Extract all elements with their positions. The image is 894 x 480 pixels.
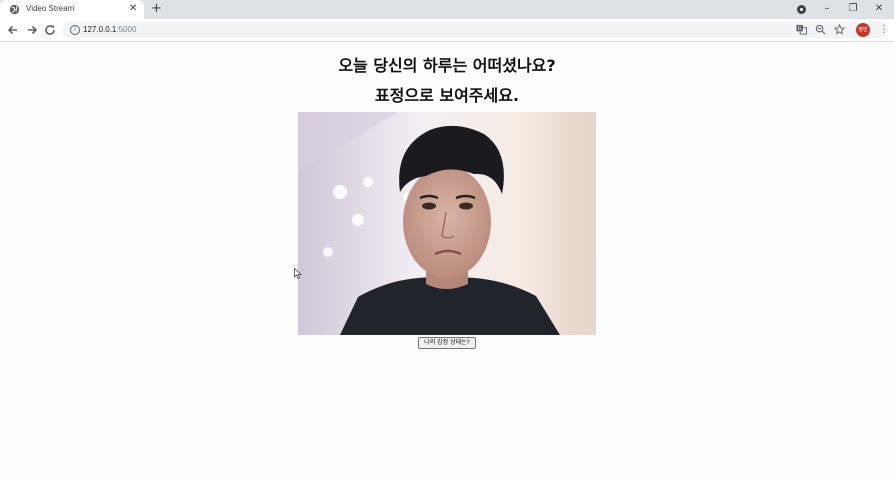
back-arrow-icon[interactable] xyxy=(5,22,21,38)
url-text: 127.0.0.1:5000 xyxy=(83,25,137,34)
zoom-icon[interactable] xyxy=(815,24,826,35)
page-content: 오늘 당신의 하루는 어떠셨나요? 표정으로 보여주세요. 나의 감정 상태는? xyxy=(0,42,894,480)
page-heading: 오늘 당신의 하루는 어떠셨나요? xyxy=(338,56,556,75)
tab-strip: Video Stream ✕ + – ❐ ✕ xyxy=(0,0,894,19)
info-icon[interactable]: i xyxy=(70,25,80,35)
star-icon[interactable] xyxy=(834,24,845,35)
svg-text:G: G xyxy=(798,26,802,32)
globe-icon xyxy=(9,4,20,15)
webcam-video-feed xyxy=(298,112,596,335)
browser-toolbar: i 127.0.0.1:5000 G 정민 ⋮ xyxy=(0,19,894,42)
new-tab-button[interactable]: + xyxy=(151,1,162,17)
emotion-check-button[interactable]: 나의 감정 상태는? xyxy=(418,337,476,349)
menu-icon[interactable]: ⋮ xyxy=(879,23,889,37)
tab-title: Video Stream xyxy=(26,4,75,13)
minimize-button[interactable]: – xyxy=(816,0,838,19)
profile-avatar[interactable]: 정민 xyxy=(856,23,870,37)
address-bar[interactable]: i 127.0.0.1:5000 G 정민 ⋮ xyxy=(62,22,889,38)
webcam-frame-image xyxy=(298,112,596,335)
close-window-button[interactable]: ✕ xyxy=(868,0,890,19)
translate-icon[interactable]: G xyxy=(796,24,807,35)
restore-button[interactable]: ❐ xyxy=(842,0,864,19)
mouse-cursor-icon xyxy=(294,268,302,279)
extension-icon[interactable] xyxy=(797,5,806,14)
reload-icon[interactable] xyxy=(42,22,58,38)
tab-close-icon[interactable]: ✕ xyxy=(129,2,137,16)
page-subheading: 표정으로 보여주세요. xyxy=(374,86,520,105)
forward-arrow-icon[interactable] xyxy=(24,22,40,38)
tab-video-stream[interactable]: Video Stream ✕ xyxy=(0,0,144,19)
